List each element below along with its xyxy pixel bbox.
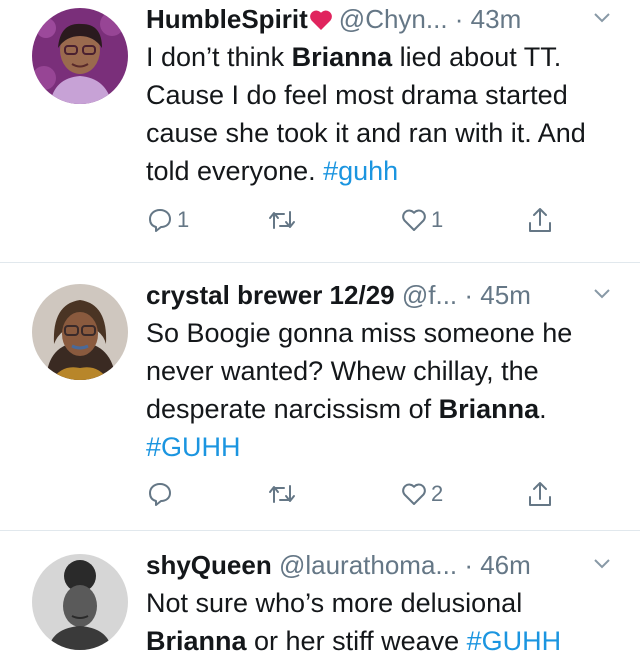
text-segment: or her stiff weave — [246, 626, 467, 656]
like-button[interactable]: 1 — [400, 200, 443, 240]
retweet-button[interactable] — [266, 200, 298, 240]
timestamp[interactable]: · 46m — [464, 550, 530, 580]
divider — [0, 530, 640, 531]
tweet-text: Not sure who’s more delusional Brianna o… — [146, 584, 616, 660]
like-icon — [402, 209, 426, 231]
like-icon — [402, 483, 426, 505]
tweet[interactable]: HumbleSpirit @Chyn... · 43m I don’t think… — [0, 0, 640, 262]
tweet-text: I don’t think Brianna lied about TT. Cau… — [146, 38, 616, 190]
retweet-icon — [269, 211, 295, 229]
display-name[interactable]: shyQueen — [146, 550, 272, 580]
handle[interactable]: @Chyn... — [339, 4, 448, 34]
handle[interactable]: @laurathoma... — [279, 550, 457, 580]
avatar[interactable] — [32, 8, 128, 104]
reply-icon — [149, 209, 171, 232]
share-button[interactable] — [526, 474, 554, 514]
share-icon — [529, 208, 551, 232]
tweet-header: HumbleSpirit @Chyn... · 43m — [146, 2, 616, 36]
tweet[interactable]: shyQueen @laurathoma... · 46m Not sure w… — [0, 546, 640, 657]
retweet-button[interactable] — [266, 474, 298, 514]
tweet-header: crystal brewer 12/29 @f... · 45m — [146, 278, 616, 312]
avatar[interactable] — [32, 284, 128, 380]
handle[interactable]: @f... — [402, 280, 457, 310]
divider — [0, 262, 640, 263]
tweet[interactable]: crystal brewer 12/29 @f... · 45m So Boog… — [0, 276, 640, 530]
timeline: HumbleSpirit @Chyn... · 43m I don’t think… — [0, 0, 640, 657]
reply-button[interactable] — [146, 474, 177, 514]
like-count: 2 — [431, 481, 444, 506]
timestamp[interactable]: · 43m — [455, 4, 521, 34]
share-icon — [529, 482, 551, 506]
tweet-actions: 2 — [146, 474, 616, 514]
avatar[interactable] — [32, 554, 128, 650]
highlighted-term: Brianna — [291, 42, 393, 72]
display-name[interactable]: HumbleSpirit — [146, 4, 308, 34]
red-heart-icon — [309, 5, 333, 39]
reply-count: 1 — [177, 207, 190, 232]
tweet-actions: 1 1 — [146, 200, 616, 240]
reply-button[interactable]: 1 — [146, 200, 189, 240]
hashtag-link[interactable]: #GUHH — [467, 626, 562, 656]
timestamp[interactable]: · 45m — [464, 280, 530, 310]
highlighted-term: Brianna — [438, 394, 540, 424]
text-segment: Not sure who’s more delusional — [146, 588, 523, 618]
like-count: 1 — [431, 207, 444, 232]
like-button[interactable]: 2 — [400, 474, 443, 514]
retweet-icon — [269, 485, 295, 503]
display-name[interactable]: crystal brewer 12/29 — [146, 280, 395, 310]
text-segment: . — [539, 394, 547, 424]
tweet-text: So Boogie gonna miss someone he never wa… — [146, 314, 616, 466]
share-button[interactable] — [526, 200, 554, 240]
highlighted-term: Brianna — [146, 626, 247, 656]
hashtag-link[interactable]: #guhh — [323, 156, 398, 186]
reply-icon — [149, 483, 171, 506]
tweet-header: shyQueen @laurathoma... · 46m — [146, 548, 616, 582]
text-segment: I don’t think — [146, 42, 292, 72]
hashtag-link[interactable]: #GUHH — [146, 432, 241, 462]
